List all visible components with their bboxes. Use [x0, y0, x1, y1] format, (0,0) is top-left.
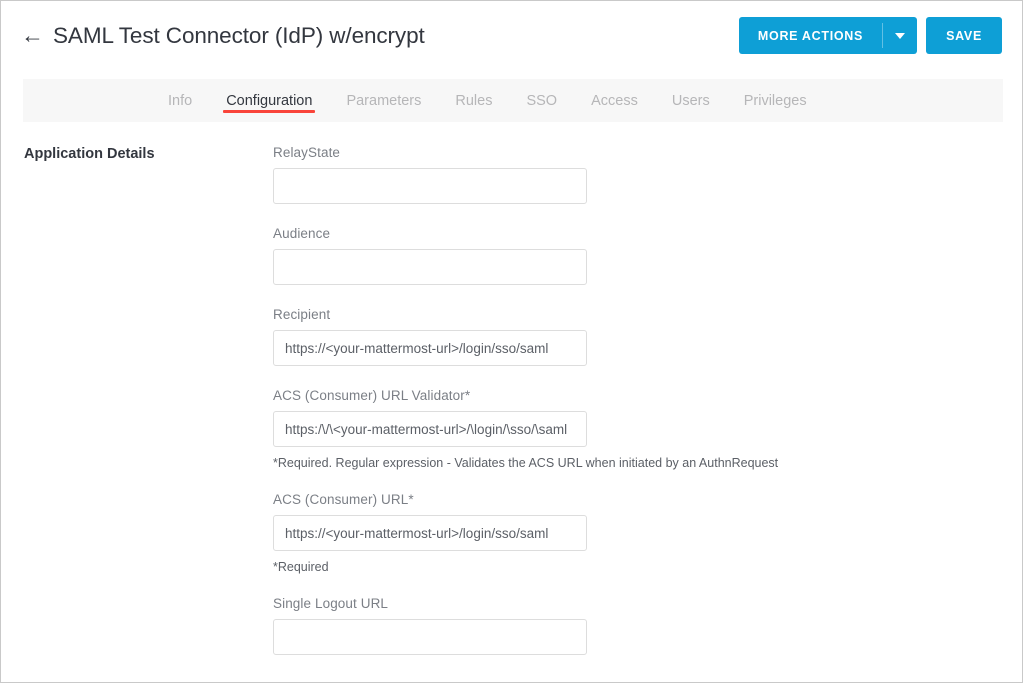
field-acs-url-validator: ACS (Consumer) URL Validator* *Required.… [273, 388, 893, 470]
audience-input[interactable] [273, 249, 587, 285]
field-single-logout-url: Single Logout URL [273, 596, 893, 655]
field-label: ACS (Consumer) URL* [273, 492, 414, 507]
tab-rules[interactable]: Rules [438, 79, 509, 122]
section-title-application-details: Application Details [24, 146, 155, 162]
field-label: Single Logout URL [273, 596, 389, 611]
field-recipient: Recipient [273, 307, 893, 366]
tab-parameters[interactable]: Parameters [329, 79, 438, 122]
page-title: SAML Test Connector (IdP) w/encrypt [53, 23, 425, 48]
field-help-text: *Required [273, 560, 329, 574]
field-relaystate: RelayState [273, 145, 893, 204]
tab-sso[interactable]: SSO [509, 79, 574, 122]
page-header: ← SAML Test Connector (IdP) w/encrypt MO… [1, 1, 1022, 77]
tab-users[interactable]: Users [655, 79, 727, 122]
tab-info[interactable]: Info [151, 79, 209, 122]
tab-access[interactable]: Access [574, 79, 655, 122]
field-label: Audience [273, 226, 331, 241]
header-actions: MORE ACTIONS SAVE [738, 17, 1002, 54]
acs-url-input[interactable] [273, 515, 587, 551]
field-label: ACS (Consumer) URL Validator* [273, 388, 471, 403]
left-arrow-icon[interactable]: ← [21, 23, 44, 47]
app-page: ← SAML Test Connector (IdP) w/encrypt MO… [0, 0, 1023, 683]
acs-url-validator-input[interactable] [273, 411, 587, 447]
application-details-form: RelayState Audience Recipient ACS (Consu… [273, 145, 893, 677]
field-help-text: *Required. Regular expression - Validate… [273, 456, 779, 470]
recipient-input[interactable] [273, 330, 587, 366]
field-label: Recipient [273, 307, 331, 322]
tab-configuration[interactable]: Configuration [209, 79, 329, 122]
tab-bar: Info Configuration Parameters Rules SSO … [23, 79, 1003, 122]
relaystate-input[interactable] [273, 168, 587, 204]
more-actions-label: MORE ACTIONS [757, 28, 864, 43]
header-title-group: ← SAML Test Connector (IdP) w/encrypt [21, 23, 425, 49]
chevron-down-icon [895, 32, 906, 39]
more-actions-dropdown-toggle[interactable] [883, 17, 917, 54]
more-actions-button[interactable]: MORE ACTIONS [738, 17, 918, 54]
field-label: RelayState [273, 145, 341, 160]
single-logout-url-input[interactable] [273, 619, 587, 655]
field-audience: Audience [273, 226, 893, 285]
field-acs-url: ACS (Consumer) URL* *Required [273, 492, 893, 574]
save-button[interactable]: SAVE [926, 17, 1002, 54]
tab-privileges[interactable]: Privileges [727, 79, 824, 122]
